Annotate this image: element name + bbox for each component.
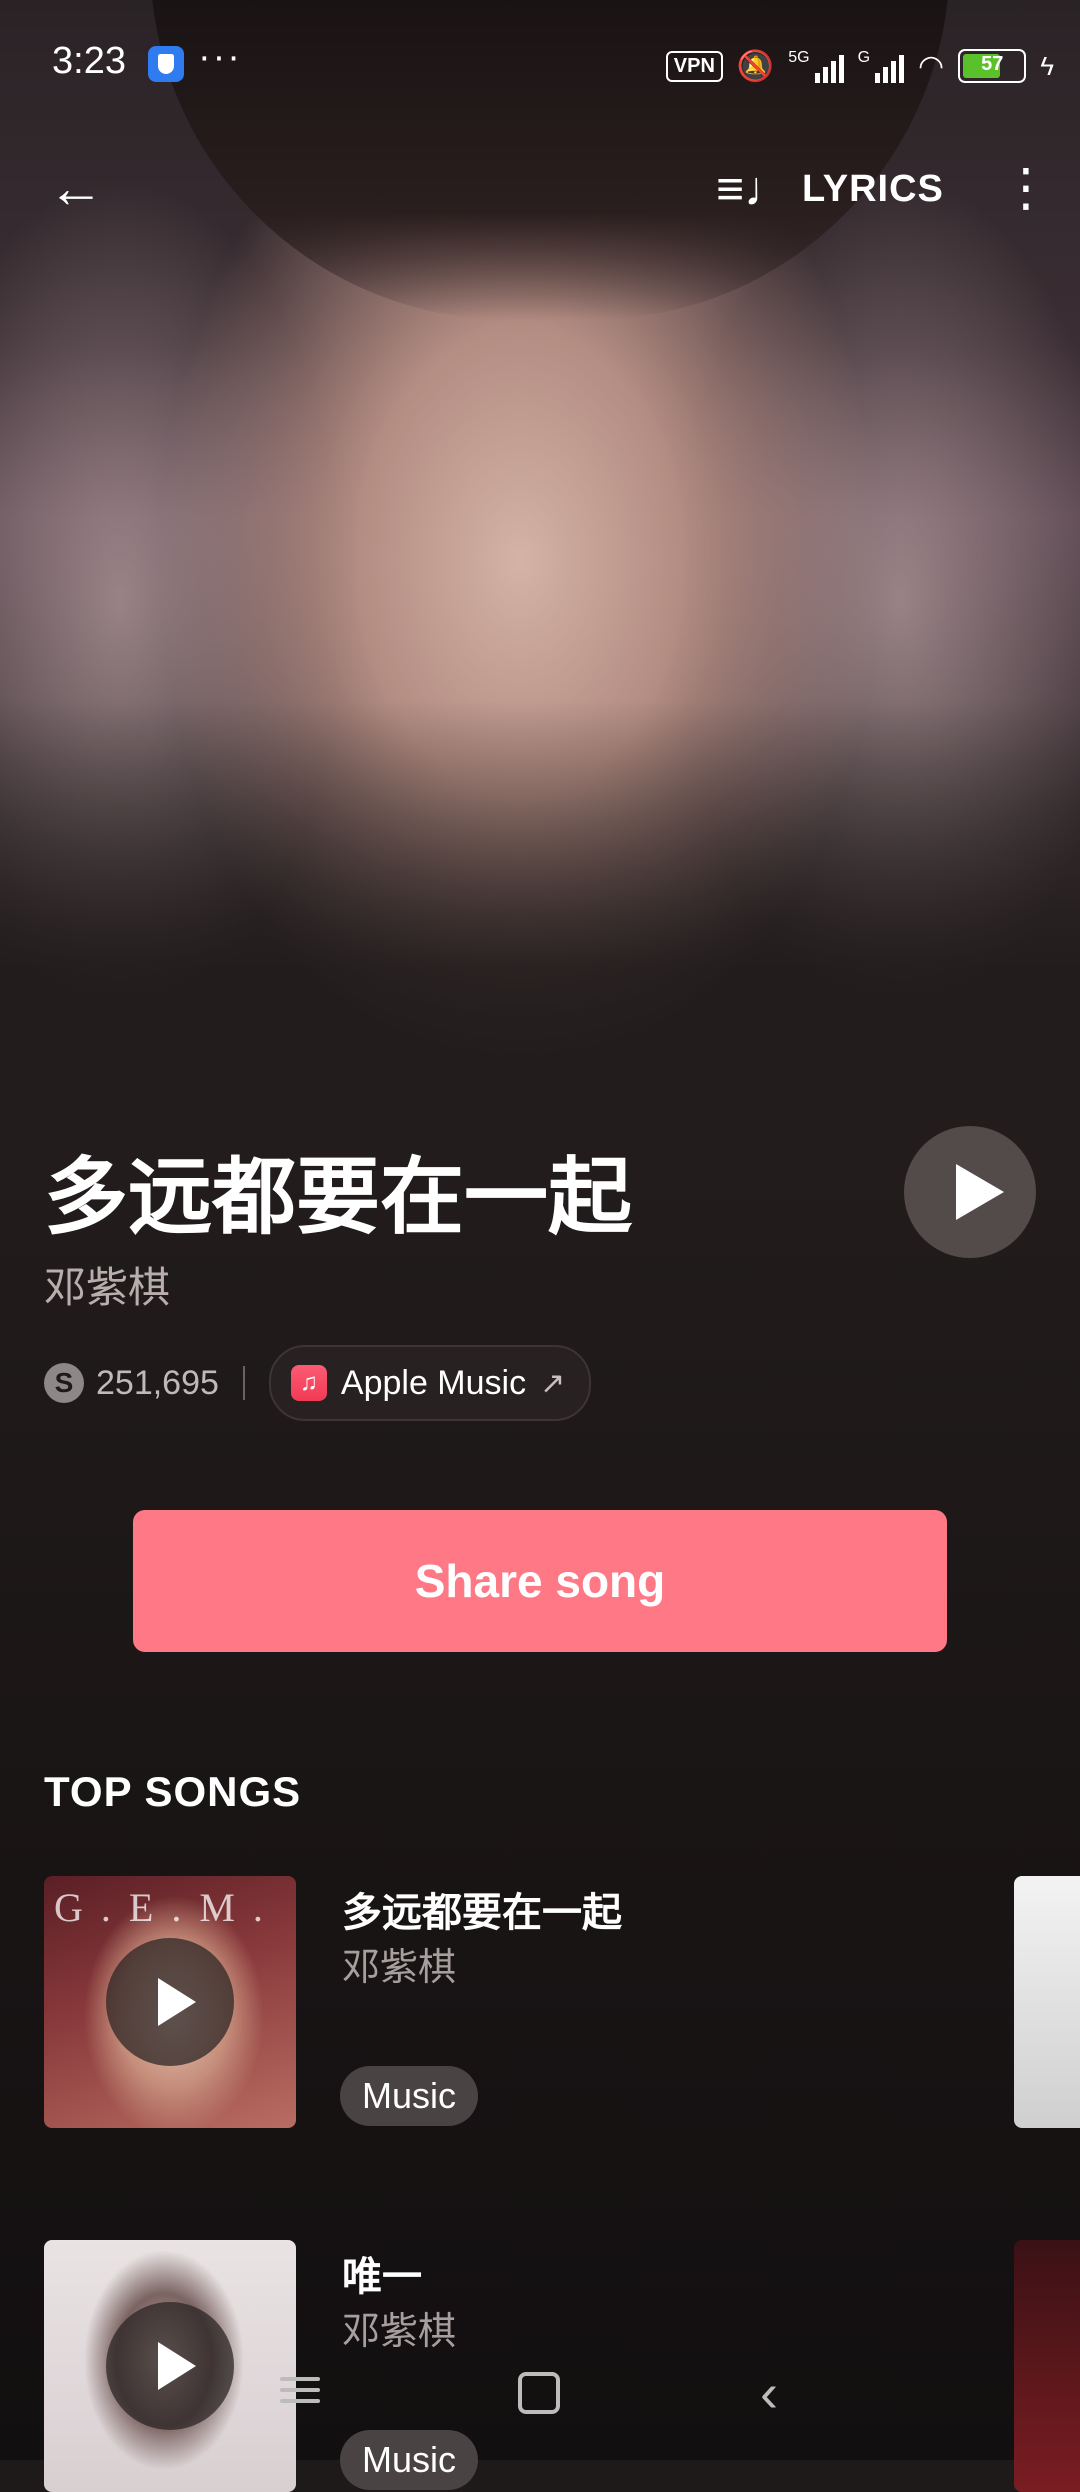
signal-icon-2: G (857, 49, 905, 83)
muted-bell-icon: 🔕 (736, 49, 775, 83)
shazam-icon: S (44, 1363, 84, 1403)
status-bar: 3:23 ··· VPN 🔕 5G G ◠ 57 ϟ (0, 0, 1080, 130)
home-square-icon[interactable] (518, 2372, 560, 2414)
next-card-peek[interactable] (1014, 1876, 1080, 2128)
apple-music-badge-label: Music (362, 2075, 457, 2116)
back-arrow-icon[interactable]: ← (48, 158, 108, 218)
signal-icon: 5G (788, 49, 844, 83)
top-songs-heading: TOP SONGS (44, 1768, 302, 1815)
charging-icon: ϟ (1040, 50, 1054, 81)
song-artist[interactable]: 邓紫棋 (44, 1254, 170, 1315)
share-song-button[interactable]: Share song (133, 1510, 947, 1652)
battery-icon: 57 (958, 49, 1027, 83)
play-icon[interactable] (106, 1938, 234, 2066)
lyrics-button[interactable]: ≡♩ LYRICS (716, 156, 944, 222)
lyrics-label: LYRICS (802, 167, 944, 210)
status-time: 3:23 (52, 40, 126, 82)
system-nav-bar: ‹ (0, 2340, 1080, 2460)
top-song-title: 多远都要在一起 (342, 1891, 622, 1935)
more-vertical-icon[interactable]: ⋮ (1000, 158, 1052, 218)
song-stats: S 251,695 ♫ Apple Music ↗ (44, 1345, 592, 1421)
apple-music-badge[interactable]: Music (340, 2066, 479, 2126)
signal-type-label: 5G (788, 49, 810, 66)
top-song-title: 唯一 (342, 2255, 422, 2299)
external-link-icon: ↗ (540, 1366, 566, 1400)
shazam-count: 251,695 (96, 1363, 219, 1402)
recents-menu-icon[interactable] (280, 2370, 320, 2410)
play-button[interactable] (904, 1126, 1036, 1258)
song-title: 多远都要在一起 (44, 1150, 633, 1244)
apple-music-label: Apple Music (340, 1363, 527, 1402)
more-notifications-icon: ··· (198, 36, 242, 78)
status-icons: VPN 🔕 5G G ◠ 57 ϟ (665, 44, 1054, 88)
back-chevron-icon[interactable]: ‹ (760, 2362, 778, 2424)
lyrics-icon: ≡♩ (716, 162, 793, 216)
battery-percent: 57 (981, 53, 1004, 75)
divider (242, 1366, 245, 1400)
top-song-artist: 邓紫棋 (342, 1947, 457, 1989)
top-song-row[interactable]: G.E.M. 多远都要在一起 邓紫棋 Music (44, 1876, 1080, 2128)
apple-music-icon: ♫ (290, 1365, 327, 1401)
vpn-icon: VPN (665, 50, 723, 82)
security-shield-icon (148, 46, 184, 82)
apple-music-button[interactable]: ♫ Apple Music ↗ (268, 1345, 592, 1421)
album-art-text: G.E.M. (54, 1885, 281, 1930)
album-art[interactable]: G.E.M. (44, 1876, 296, 2128)
signal-type-label-2: G (857, 49, 871, 66)
wifi-icon: ◠ (918, 49, 945, 83)
hero-fade-overlay (0, 700, 1080, 1150)
